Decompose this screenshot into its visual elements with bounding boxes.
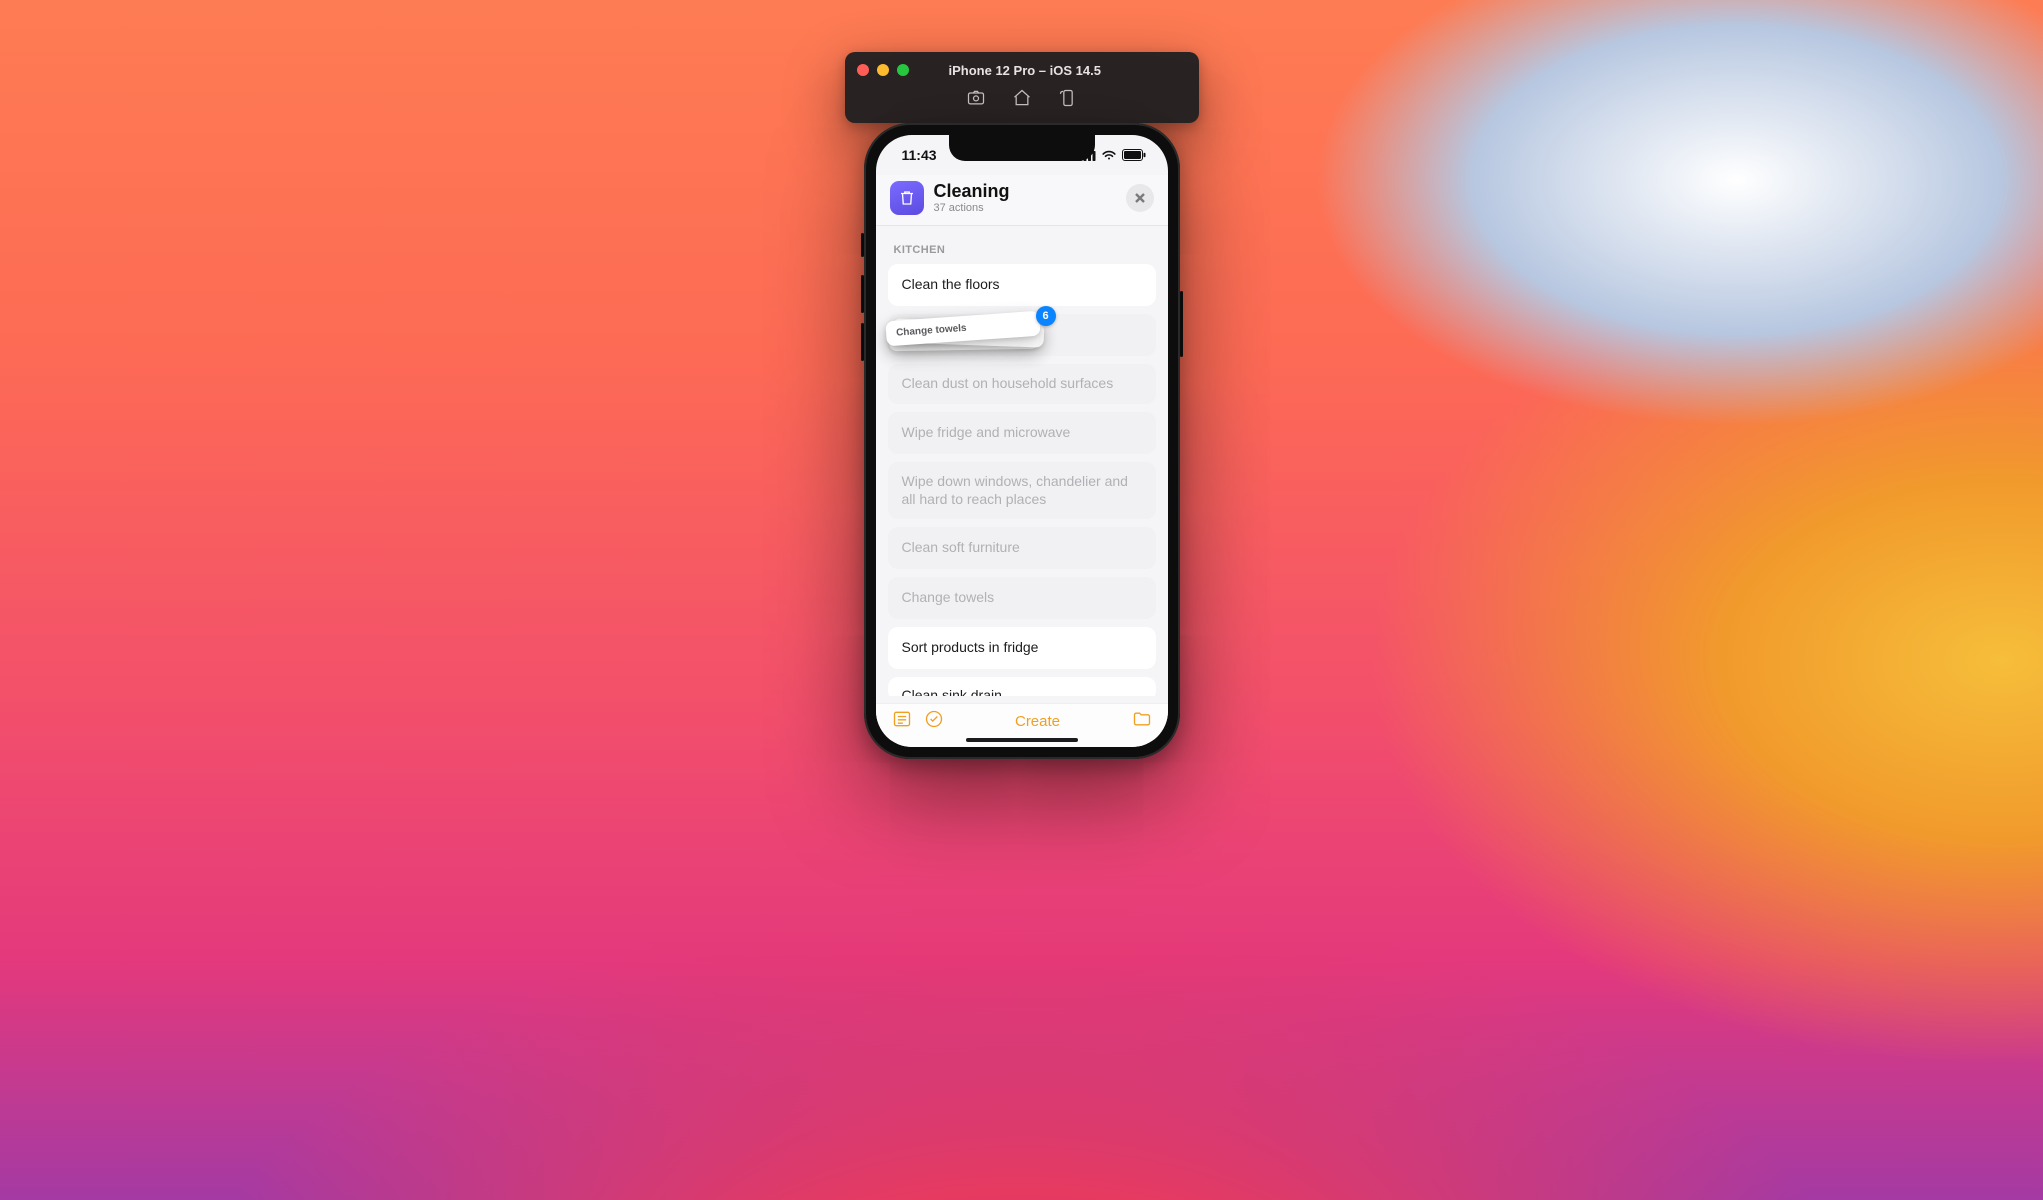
folder-title: Cleaning <box>934 182 1126 202</box>
header-text: Cleaning 37 actions <box>934 182 1126 215</box>
folder-icon[interactable] <box>890 181 924 215</box>
simulator-titlebar: iPhone 12 Pro – iOS 14.5 <box>857 60 1187 80</box>
section-header: KITCHEN <box>894 244 1150 256</box>
home-indicator[interactable] <box>966 738 1078 742</box>
folder-subtitle: 37 actions <box>934 202 1126 214</box>
simulator-toolbar <box>857 88 1187 113</box>
volume-up-button <box>861 275 864 313</box>
folder-outline-icon[interactable] <box>1132 709 1152 734</box>
iphone-device-frame: 11:43 <box>864 123 1180 759</box>
checkmark-circle-icon[interactable] <box>924 709 944 734</box>
wifi-icon <box>1101 150 1117 161</box>
task-row[interactable]: Clean the floors <box>888 264 1156 306</box>
list-icon[interactable] <box>892 709 912 734</box>
battery-icon <box>1122 149 1146 161</box>
rotate-icon[interactable] <box>1058 88 1078 113</box>
task-row[interactable]: Clean dust on household surfaces <box>888 364 1156 404</box>
home-icon[interactable] <box>1012 88 1032 113</box>
simulator-window: iPhone 12 Pro – iOS 14.5 <box>845 52 1199 123</box>
task-row[interactable]: Clean sink drain <box>888 677 1156 696</box>
task-row[interactable]: Clean soft furniture <box>888 527 1156 569</box>
simulator-title: iPhone 12 Pro – iOS 14.5 <box>949 63 1101 78</box>
maximize-window-button[interactable] <box>897 64 909 76</box>
close-window-button[interactable] <box>857 64 869 76</box>
screenshot-icon[interactable] <box>966 88 986 113</box>
iphone-screen: 11:43 <box>876 135 1168 747</box>
power-button <box>1180 291 1183 357</box>
task-list[interactable]: KITCHEN Clean the floors Mop the floors … <box>876 226 1168 696</box>
mute-switch <box>861 233 864 257</box>
trash-icon <box>898 189 916 207</box>
task-row[interactable]: Change towels <box>888 577 1156 619</box>
create-button[interactable]: Create <box>1015 713 1060 730</box>
desktop-scene: iPhone 12 Pro – iOS 14.5 11:43 <box>0 0 2043 1200</box>
close-icon <box>1134 192 1146 204</box>
traffic-lights <box>857 64 909 76</box>
folder-header: Cleaning 37 actions <box>876 175 1168 226</box>
task-row[interactable]: Mop the floors <box>888 314 1156 356</box>
minimize-window-button[interactable] <box>877 64 889 76</box>
task-row[interactable]: Wipe down windows, chandelier and all ha… <box>888 462 1156 520</box>
status-time: 11:43 <box>902 147 937 163</box>
notch <box>949 135 1095 161</box>
task-row[interactable]: Wipe fridge and microwave <box>888 412 1156 454</box>
volume-down-button <box>861 323 864 361</box>
close-button[interactable] <box>1126 184 1154 212</box>
task-row[interactable]: Sort products in fridge <box>888 627 1156 669</box>
